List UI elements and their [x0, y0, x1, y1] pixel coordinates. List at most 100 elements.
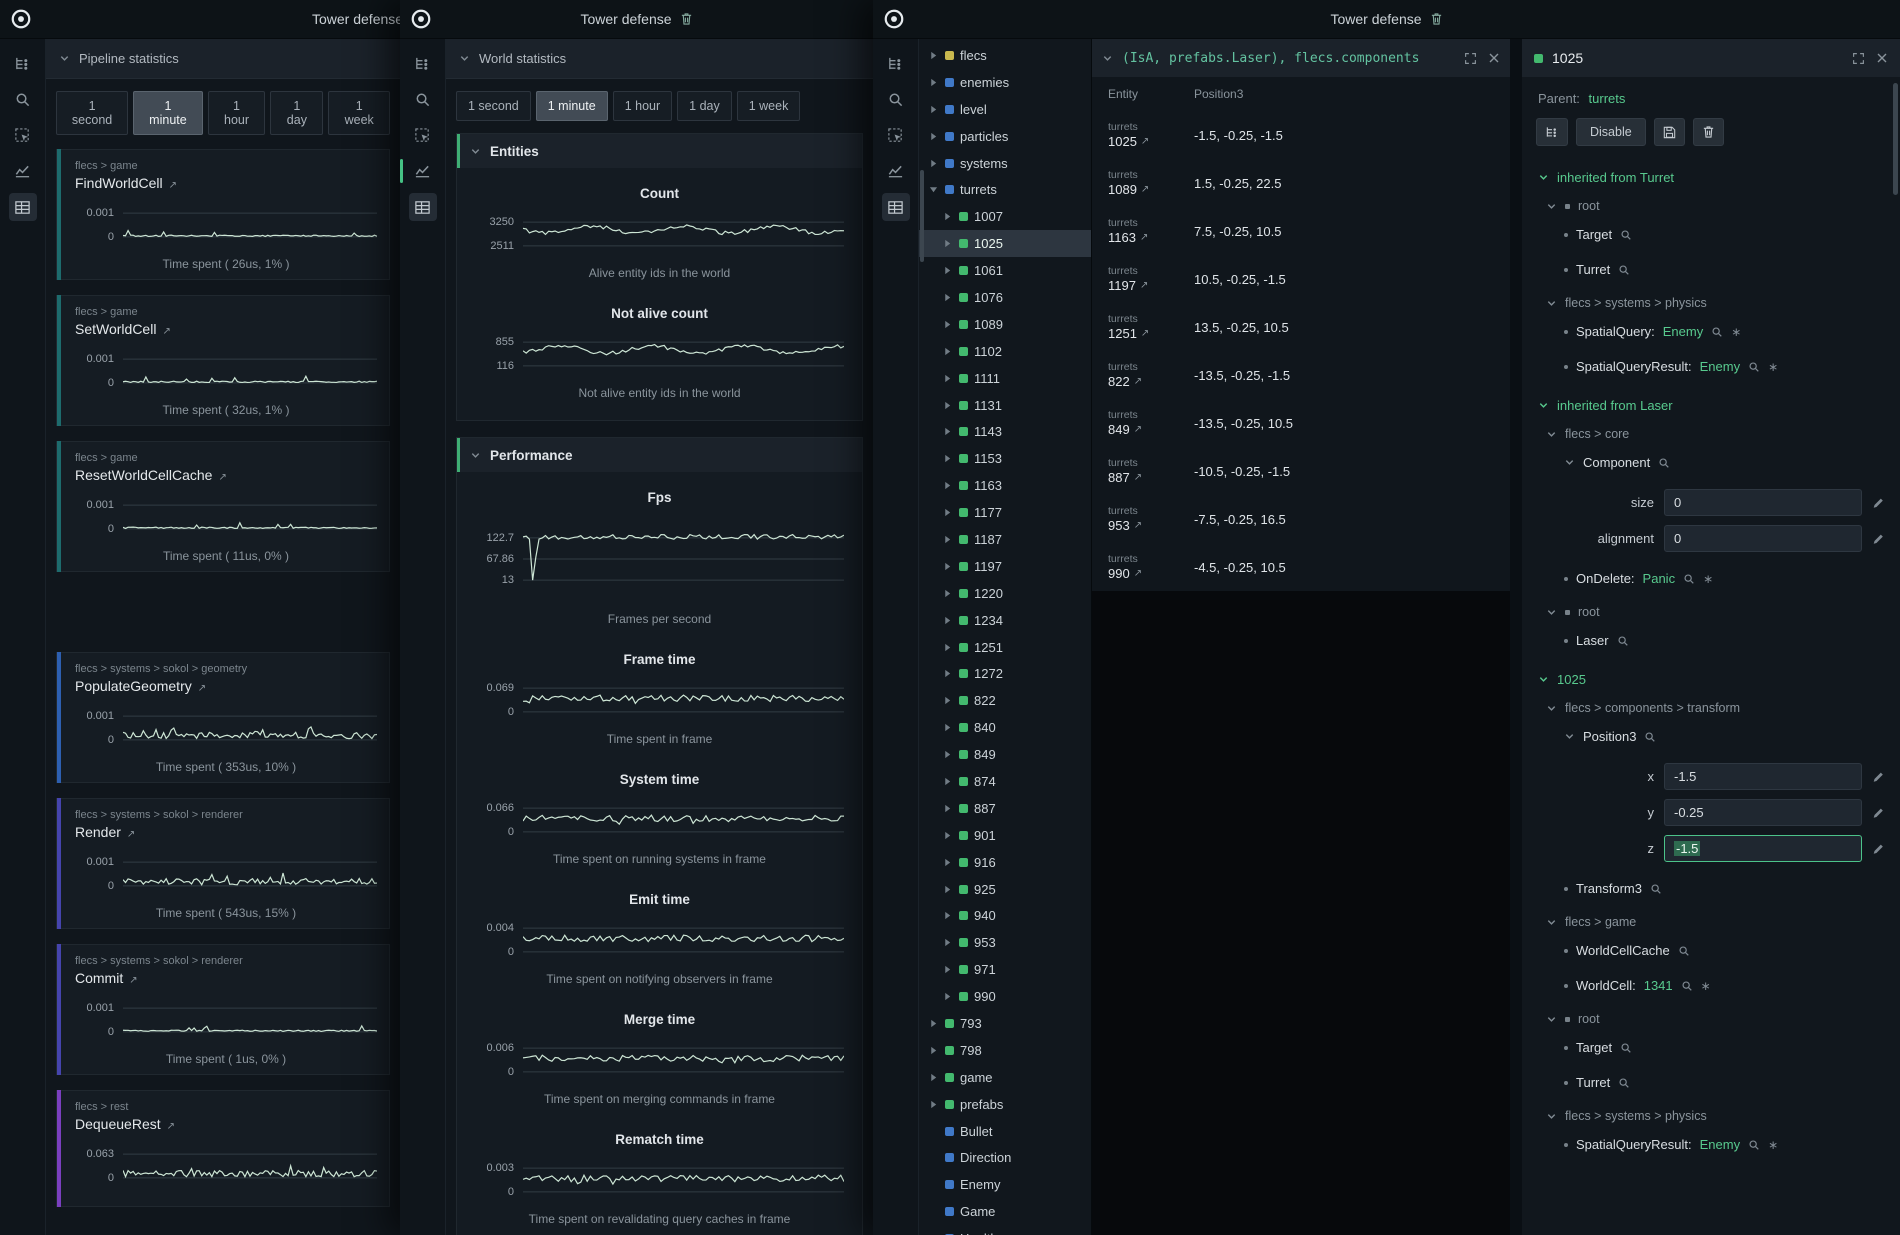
tree-item-971[interactable]: 971 [919, 956, 1091, 983]
chevron-right-icon[interactable] [943, 669, 953, 678]
chevron-right-icon[interactable] [943, 696, 953, 705]
tree-item-1220[interactable]: 1220 [919, 580, 1091, 607]
external-link-icon[interactable]: ↗ [127, 829, 135, 840]
tree-item-Game[interactable]: Game [919, 1198, 1091, 1225]
expand-icon[interactable] [1852, 52, 1865, 65]
tree-item-1272[interactable]: 1272 [919, 660, 1091, 687]
time-range-1-day[interactable]: 1 day [677, 91, 732, 121]
chevron-right-icon[interactable] [943, 723, 953, 732]
search-icon[interactable] [409, 85, 437, 113]
chevron-right-icon[interactable] [929, 105, 939, 114]
inspector-path-header[interactable]: root [1536, 1003, 1884, 1030]
tree-item-925[interactable]: 925 [919, 876, 1091, 903]
search-icon[interactable] [1658, 457, 1670, 469]
tree-item-Enemy[interactable]: Enemy [919, 1171, 1091, 1198]
delete-button[interactable] [1693, 118, 1724, 146]
tree-item-systems[interactable]: systems [919, 150, 1091, 177]
time-range-1-second[interactable]: 1 second [456, 91, 531, 121]
search-icon[interactable] [882, 85, 910, 113]
query-result-row[interactable]: turrets990↗-4.5, -0.25, 10.5 [1092, 543, 1510, 591]
component-row[interactable]: Position3 [1536, 719, 1884, 754]
search-icon[interactable] [1748, 361, 1760, 373]
inspector-section-header[interactable]: 1025 [1536, 658, 1884, 692]
inspector-section-header[interactable]: inherited from Turret [1536, 156, 1884, 190]
inspect-icon[interactable] [882, 121, 910, 149]
query-result-row[interactable]: turrets887↗-10.5, -0.25, -1.5 [1092, 447, 1510, 495]
tree-item-1131[interactable]: 1131 [919, 392, 1091, 419]
query-result-row[interactable]: turrets1197↗10.5, -0.25, -1.5 [1092, 255, 1510, 303]
world-statistics-header[interactable]: World statistics [446, 39, 873, 79]
component-row[interactable]: OnDelete:Panic∗ [1536, 561, 1884, 596]
tree-item-874[interactable]: 874 [919, 768, 1091, 795]
edit-icon[interactable] [1872, 843, 1884, 855]
external-link-icon[interactable]: ↗ [169, 180, 177, 191]
field-input-alignment[interactable]: 0 [1664, 525, 1862, 552]
scrollbar-thumb[interactable] [1893, 83, 1898, 195]
external-link-icon[interactable]: ↗ [162, 326, 170, 337]
chevron-right-icon[interactable] [943, 804, 953, 813]
tree-item-1061[interactable]: 1061 [919, 257, 1091, 284]
external-link-icon[interactable]: ↗ [1134, 520, 1142, 531]
field-input-y[interactable]: -0.25 [1664, 799, 1862, 826]
chevron-right-icon[interactable] [943, 454, 953, 463]
chevron-right-icon[interactable] [943, 885, 953, 894]
chevron-right-icon[interactable] [943, 616, 953, 625]
external-link-icon[interactable]: ↗ [1134, 472, 1142, 483]
chevron-down-icon[interactable] [929, 185, 939, 194]
tree-item-Bullet[interactable]: Bullet [919, 1118, 1091, 1145]
chevron-right-icon[interactable] [943, 992, 953, 1001]
external-link-icon[interactable]: ↗ [167, 1121, 175, 1132]
close-icon[interactable] [1488, 52, 1500, 64]
tree-item-1102[interactable]: 1102 [919, 338, 1091, 365]
pipeline-statistics-header[interactable]: Pipeline statistics [46, 39, 400, 79]
chevron-right-icon[interactable] [943, 481, 953, 490]
section-header[interactable]: Performance [457, 438, 862, 472]
tree-item-1076[interactable]: 1076 [919, 284, 1091, 311]
chart-icon[interactable] [9, 157, 37, 185]
tree-item-1143[interactable]: 1143 [919, 418, 1091, 445]
inspect-icon[interactable] [9, 121, 37, 149]
tree-icon[interactable] [882, 49, 910, 77]
trash-icon[interactable] [1430, 12, 1443, 26]
chevron-right-icon[interactable] [943, 535, 953, 544]
field-input-z[interactable]: -1.5 [1664, 835, 1862, 862]
chevron-right-icon[interactable] [929, 1100, 939, 1109]
chevron-right-icon[interactable] [929, 1019, 939, 1028]
search-icon[interactable] [1681, 980, 1693, 992]
time-range-1-week[interactable]: 1 week [328, 91, 390, 135]
flecs-logo-icon[interactable] [10, 8, 32, 30]
edit-icon[interactable] [1872, 807, 1884, 819]
tree-item-1197[interactable]: 1197 [919, 553, 1091, 580]
chevron-down-icon[interactable] [1102, 53, 1113, 64]
query-result-row[interactable]: turrets1251↗13.5, -0.25, 10.5 [1092, 303, 1510, 351]
chevron-right-icon[interactable] [943, 965, 953, 974]
chevron-right-icon[interactable] [943, 374, 953, 383]
search-icon[interactable] [1711, 326, 1723, 338]
inspector-path-header[interactable]: flecs > game [1536, 906, 1884, 933]
tree-item-1234[interactable]: 1234 [919, 607, 1091, 634]
tree-item-Direction[interactable]: Direction [919, 1145, 1091, 1172]
chevron-right-icon[interactable] [929, 159, 939, 168]
search-icon[interactable] [1620, 1042, 1632, 1054]
tree-item-990[interactable]: 990 [919, 983, 1091, 1010]
component-row[interactable]: Target [1536, 1030, 1884, 1065]
chevron-right-icon[interactable] [943, 777, 953, 786]
chevron-right-icon[interactable] [943, 562, 953, 571]
external-link-icon[interactable]: ↗ [218, 472, 226, 483]
tree-item-1163[interactable]: 1163 [919, 472, 1091, 499]
external-link-icon[interactable]: ↗ [1141, 184, 1149, 195]
tree-item-particles[interactable]: particles [919, 123, 1091, 150]
chevron-right-icon[interactable] [943, 427, 953, 436]
chevron-right-icon[interactable] [943, 750, 953, 759]
search-icon[interactable] [1748, 1139, 1760, 1151]
chevron-right-icon[interactable] [943, 293, 953, 302]
inspector-path-header[interactable]: flecs > systems > physics [1536, 287, 1884, 314]
tree-item-flecs[interactable]: flecs [919, 42, 1091, 69]
inspector-path-header[interactable]: root [1536, 596, 1884, 623]
scrollbar-thumb[interactable] [920, 170, 924, 262]
chevron-right-icon[interactable] [943, 858, 953, 867]
tree-icon[interactable] [9, 49, 37, 77]
tree-item-1251[interactable]: 1251 [919, 634, 1091, 661]
time-range-1-day[interactable]: 1 day [270, 91, 323, 135]
tree-item-prefabs[interactable]: prefabs [919, 1091, 1091, 1118]
